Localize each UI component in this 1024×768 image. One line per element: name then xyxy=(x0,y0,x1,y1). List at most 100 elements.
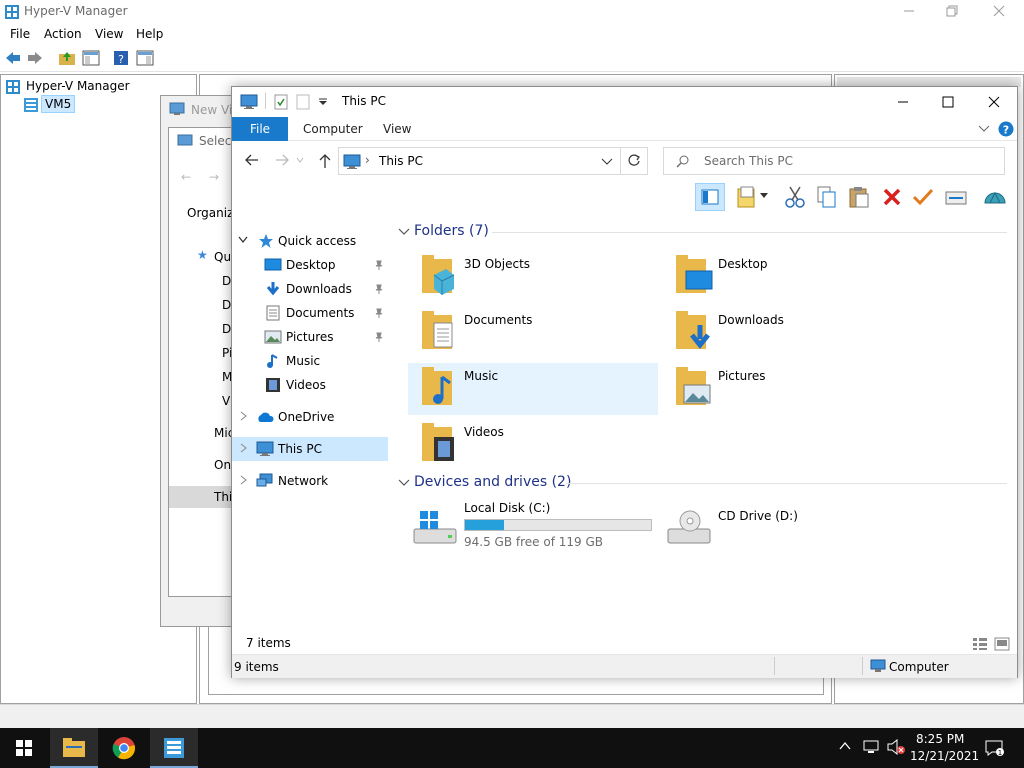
nav-forward-arrow-icon[interactable] xyxy=(274,153,290,167)
search-input[interactable]: Search This PC xyxy=(704,154,793,168)
address-dropdown-icon[interactable] xyxy=(601,158,613,166)
expand-chevron-right-icon[interactable] xyxy=(240,411,248,421)
ribbon-expand-chevron-icon[interactable] xyxy=(978,124,990,134)
qat-new-folder-icon[interactable] xyxy=(296,94,310,110)
dialog-forward-arrow-icon[interactable]: → xyxy=(209,170,219,184)
taskbar-chrome[interactable] xyxy=(100,728,148,768)
select-all-icon[interactable] xyxy=(944,187,968,207)
folder-documents[interactable]: Documents xyxy=(408,307,658,359)
volume-muted-icon[interactable] xyxy=(886,739,906,755)
menu-action[interactable]: Action xyxy=(44,27,82,41)
hyperv-restore-button[interactable] xyxy=(946,4,960,18)
start-button[interactable] xyxy=(0,728,48,768)
show-hide-action-pane-icon[interactable] xyxy=(136,50,154,66)
explorer-minimize-button[interactable] xyxy=(896,95,910,109)
address-bar[interactable]: › This PC xyxy=(338,147,648,175)
menu-help[interactable]: Help xyxy=(136,27,163,41)
drives-collapse-chevron-icon[interactable] xyxy=(398,478,410,488)
nav-up-arrow-icon[interactable] xyxy=(318,153,332,169)
delete-icon[interactable] xyxy=(882,187,902,207)
dialog-quick-label[interactable]: Qu xyxy=(214,250,231,264)
explorer-maximize-button[interactable] xyxy=(941,95,955,109)
hyperv-close-button[interactable] xyxy=(992,4,1006,18)
nav-item-music[interactable]: Music xyxy=(232,349,388,373)
up-folder-icon[interactable] xyxy=(58,50,76,66)
copy-icon[interactable] xyxy=(816,185,838,209)
dialog-item-desktop[interactable]: D xyxy=(222,274,231,288)
nav-item-desktop[interactable]: Desktop xyxy=(232,253,388,277)
menu-view[interactable]: View xyxy=(95,27,123,41)
pin-icon[interactable] xyxy=(374,308,384,318)
properties-icon[interactable] xyxy=(736,185,760,209)
pin-icon[interactable] xyxy=(374,332,384,342)
clock-date[interactable]: 12/21/2021 xyxy=(910,749,979,763)
action-center-icon[interactable]: 1 xyxy=(984,739,1004,757)
preview-pane-button[interactable] xyxy=(695,183,725,211)
drive-d[interactable]: CD Drive (D:) xyxy=(662,501,912,553)
large-icons-view-icon[interactable] xyxy=(994,637,1010,651)
expand-chevron-right-icon[interactable] xyxy=(240,443,248,453)
taskbar-file-explorer[interactable] xyxy=(50,728,98,768)
pin-icon[interactable] xyxy=(374,284,384,294)
dialog-item-onedrive[interactable]: On xyxy=(214,458,231,472)
clock-time[interactable]: 8:25 PM xyxy=(916,732,964,746)
properties-dropdown-icon[interactable] xyxy=(760,193,768,199)
explorer-close-button[interactable] xyxy=(987,95,1001,109)
expand-chevron-right-icon[interactable] xyxy=(240,475,248,485)
tree-root-label[interactable]: Hyper-V Manager xyxy=(26,79,130,93)
nav-item-videos[interactable]: Videos xyxy=(232,373,388,397)
nav-network[interactable]: Network xyxy=(232,469,388,493)
help-icon[interactable]: ? xyxy=(113,50,129,66)
dialog-organize[interactable]: Organiz xyxy=(187,206,233,220)
explorer-titlebar: This PC xyxy=(232,87,1017,117)
folder-pictures[interactable]: Pictures xyxy=(662,363,912,415)
back-arrow-icon[interactable] xyxy=(4,50,22,66)
tab-computer[interactable]: Computer xyxy=(303,122,363,136)
dialog-item-documents[interactable]: D xyxy=(222,322,231,336)
address-chevron-icon[interactable]: › xyxy=(365,153,370,167)
paste-icon[interactable] xyxy=(848,185,870,209)
nav-onedrive[interactable]: OneDrive xyxy=(232,405,388,429)
nav-this-pc[interactable]: This PC xyxy=(232,437,388,461)
menu-file[interactable]: File xyxy=(10,27,30,41)
tab-file[interactable]: File xyxy=(232,117,288,141)
nav-item-downloads[interactable]: Downloads xyxy=(232,277,388,301)
dialog-item-thispc-selected[interactable]: Thi xyxy=(169,486,237,508)
nav-quick-access[interactable]: Quick access xyxy=(232,229,388,253)
hyperv-minimize-button[interactable] xyxy=(902,4,916,18)
dialog-item-downloads[interactable]: D xyxy=(222,298,231,312)
expand-chevron-down-icon[interactable] xyxy=(238,236,248,244)
tab-view[interactable]: View xyxy=(383,122,411,136)
show-hidden-icons-chevron-icon[interactable] xyxy=(839,741,851,751)
folder-music[interactable]: Music xyxy=(408,363,658,415)
cut-icon[interactable] xyxy=(784,185,806,209)
explorer-help-icon[interactable]: ? xyxy=(998,121,1014,137)
rename-check-icon[interactable] xyxy=(912,187,934,207)
nav-recent-dropdown-icon[interactable] xyxy=(296,156,304,164)
forward-arrow-icon[interactable] xyxy=(26,50,44,66)
folder-downloads[interactable]: Downloads xyxy=(662,307,912,359)
drives-header[interactable]: Devices and drives (2) xyxy=(414,474,571,490)
search-box[interactable]: Search This PC xyxy=(663,147,1005,175)
details-view-icon[interactable] xyxy=(972,637,988,651)
tree-server-vm5[interactable]: VM5 xyxy=(41,95,76,113)
shell-icon[interactable] xyxy=(982,185,1008,209)
show-hide-console-icon[interactable] xyxy=(82,50,100,66)
nav-back-arrow-icon[interactable] xyxy=(244,153,260,167)
qat-dropdown-icon[interactable] xyxy=(318,97,328,107)
refresh-button[interactable] xyxy=(620,147,648,175)
nav-item-documents[interactable]: Documents xyxy=(232,301,388,325)
qat-properties-icon[interactable] xyxy=(274,94,288,110)
drive-c[interactable]: Local Disk (C:) 94.5 GB free of 119 GB xyxy=(408,501,658,553)
taskbar-hyperv-manager[interactable] xyxy=(150,728,198,768)
network-tray-icon[interactable] xyxy=(862,739,880,755)
folder-desktop[interactable]: Desktop xyxy=(662,251,912,303)
folder-3d-objects[interactable]: 3D Objects xyxy=(408,251,658,303)
pin-icon[interactable] xyxy=(374,260,384,270)
wizard-file-dialog: Select ← → Organiz ★ Qu D D D Pi M Vi Mi… xyxy=(168,127,238,597)
folders-collapse-chevron-icon[interactable] xyxy=(398,227,410,237)
folders-header[interactable]: Folders (7) xyxy=(414,223,489,239)
dialog-back-arrow-icon[interactable]: ← xyxy=(181,170,191,184)
folder-videos[interactable]: Videos xyxy=(408,419,658,471)
nav-item-pictures[interactable]: Pictures xyxy=(232,325,388,349)
